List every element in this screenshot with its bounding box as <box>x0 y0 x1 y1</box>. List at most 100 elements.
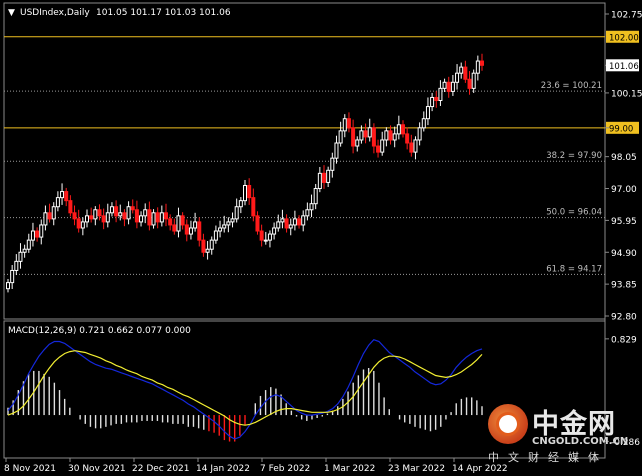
fib-label: 50.0 = 96.04 <box>546 208 602 218</box>
candle-body <box>405 133 410 144</box>
candle-body <box>201 239 206 253</box>
candle-body <box>367 127 372 138</box>
candle-body <box>259 230 264 241</box>
candle-body <box>164 212 168 220</box>
candle-body <box>234 206 239 220</box>
candle-body <box>168 218 173 226</box>
candle-body <box>93 209 98 220</box>
price-tick-label: 98.05 <box>611 153 637 163</box>
candle-body <box>463 66 468 80</box>
candle-body <box>371 127 376 147</box>
candle-body <box>425 106 430 120</box>
candle-body <box>134 209 139 223</box>
candle-body <box>434 96 439 102</box>
candle-body <box>6 282 10 290</box>
candle-body <box>30 230 35 241</box>
fib-label: 23.6 = 100.21 <box>541 81 602 91</box>
brand-url: CNGOLD.COM.CN <box>532 436 629 447</box>
candle-body <box>376 145 381 153</box>
price-tick-label: 100.15 <box>611 89 642 99</box>
candle-body <box>197 221 202 241</box>
price-tick-label: 102.75 <box>611 11 642 21</box>
candle-body <box>446 81 451 92</box>
price-tick-label: 92.80 <box>611 313 637 323</box>
candle-body <box>301 215 306 226</box>
time-tick-label: 23 Mar 2022 <box>388 464 445 474</box>
time-tick-label: 14 Jan 2022 <box>196 464 250 474</box>
brand-subtitle: 中文财经媒体 <box>488 451 608 464</box>
candle-body <box>417 127 422 141</box>
candle-body <box>338 130 343 144</box>
candle-body <box>384 130 389 141</box>
candle-body <box>317 172 322 190</box>
candle-body <box>126 206 131 220</box>
candle-body <box>438 87 443 102</box>
candle-body <box>309 203 314 211</box>
time-tick-label: 30 Nov 2021 <box>68 464 126 474</box>
candle-body <box>172 224 177 232</box>
candle-body <box>159 212 164 223</box>
candle-body <box>39 224 44 238</box>
fib-label: 61.8 = 94.17 <box>546 264 602 274</box>
candle-body <box>72 212 77 220</box>
candle-body <box>155 212 160 223</box>
candle-body <box>51 206 56 220</box>
candle-body <box>401 124 405 135</box>
candle-body <box>251 197 256 217</box>
candle-body <box>68 200 73 214</box>
time-tick-label: 22 Dec 2021 <box>132 464 190 474</box>
price-tick-label: 94.90 <box>611 249 637 259</box>
candle-body <box>326 169 331 183</box>
ohlc-values: 101.05 101.17 101.03 101.06 <box>96 8 231 18</box>
candle-body <box>64 191 69 202</box>
collapse-arrow-icon[interactable]: ▼ <box>8 8 15 18</box>
candle-body <box>351 127 356 147</box>
candle-body <box>139 215 144 223</box>
candle-body <box>55 197 60 208</box>
candle-body <box>346 118 351 129</box>
candle-body <box>421 118 426 129</box>
candle-body <box>280 218 285 223</box>
time-tick-label: 14 Apr 2022 <box>452 464 508 474</box>
candle-body <box>355 139 360 147</box>
candle-body <box>467 78 472 89</box>
candle-body <box>188 227 193 235</box>
candle-body <box>238 200 243 208</box>
time-tick-label: 7 Feb 2022 <box>260 464 310 474</box>
candle-body <box>396 124 401 135</box>
candle-body <box>184 224 189 235</box>
candle-body <box>35 230 40 238</box>
candle-body <box>288 224 293 229</box>
candle-body <box>10 269 15 284</box>
candle-body <box>105 212 110 223</box>
candle-body <box>392 133 397 141</box>
candle-body <box>359 130 364 141</box>
candle-body <box>430 96 435 108</box>
candle-body <box>442 81 447 89</box>
candle-body <box>151 212 156 226</box>
candle-body <box>109 206 114 214</box>
candle-body <box>480 60 484 66</box>
candle-body <box>276 221 281 229</box>
candle-body <box>118 212 123 217</box>
candle-body <box>222 224 227 229</box>
candle-body <box>26 239 31 250</box>
price-tick-label: 93.85 <box>611 281 637 291</box>
fib-label: 38.2 = 97.90 <box>546 151 602 161</box>
candle-body <box>243 184 247 202</box>
candle-body <box>313 188 318 205</box>
candle-body <box>76 218 81 229</box>
candle-body <box>334 142 339 159</box>
price-tick-label: 97.00 <box>611 185 637 195</box>
candle-body <box>130 206 135 211</box>
candle-body <box>114 206 119 217</box>
candle-body <box>176 215 181 232</box>
time-tick-label: 1 Mar 2022 <box>324 464 375 474</box>
candle-body <box>322 172 326 183</box>
candle-body <box>342 118 347 132</box>
candle-body <box>471 72 476 89</box>
candle-body <box>263 239 268 242</box>
candle-body <box>143 209 148 217</box>
candle-body <box>14 260 19 271</box>
candle-body <box>193 221 198 229</box>
